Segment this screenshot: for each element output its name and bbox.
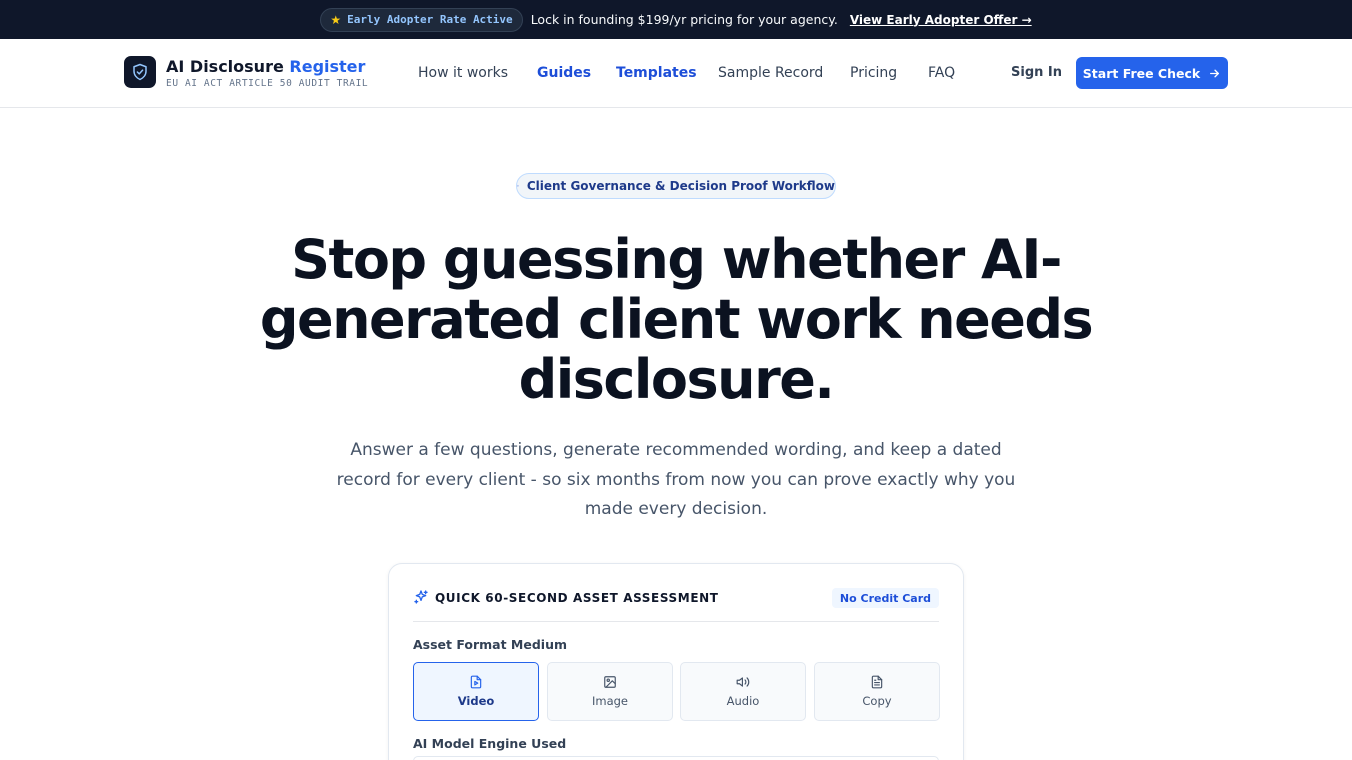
- speaker-icon: [736, 677, 750, 687]
- format-option-label: Copy: [862, 694, 892, 708]
- workflow-pill-label: Client Governance & Decision Proof Workf…: [526, 179, 835, 193]
- nav-sample-record[interactable]: Sample Record: [718, 65, 823, 81]
- hero-subtitle: Answer a few questions, generate recomme…: [336, 440, 1016, 519]
- site-header: AI Disclosure Register EU AI ACT ARTICLE…: [0, 39, 1352, 108]
- start-free-check-button[interactable]: Start Free Check: [1076, 57, 1228, 89]
- early-adopter-badge: ★ Early Adopter Rate Active: [320, 7, 523, 32]
- shield-logo-icon[interactable]: [124, 56, 156, 88]
- video-file-icon: [470, 675, 482, 689]
- no-credit-card-badge: No Credit Card: [831, 588, 939, 608]
- nav-templates[interactable]: Templates: [616, 65, 697, 81]
- brand-name-primary: AI Disclosure: [166, 57, 284, 76]
- start-free-check-label: Start Free Check: [1082, 65, 1201, 81]
- document-icon: [871, 675, 883, 689]
- format-option-copy[interactable]: Copy: [814, 662, 940, 721]
- star-icon: ★: [330, 12, 342, 27]
- hero-title: Stop guessing whether AI-generated clien…: [259, 228, 1094, 411]
- promo-message: Lock in founding $199/yr pricing for you…: [530, 12, 838, 27]
- nav-pricing[interactable]: Pricing: [850, 65, 897, 81]
- format-option-label: Audio: [726, 694, 760, 708]
- assessment-card-header: QUICK 60-SECOND ASSET ASSESSMENT No Cred…: [413, 586, 939, 622]
- format-option-video[interactable]: Video: [413, 662, 539, 721]
- early-adopter-badge-label: Early Adopter Rate Active: [347, 13, 513, 26]
- format-option-image[interactable]: Image: [547, 662, 673, 721]
- brand-name-accent: Register: [289, 57, 366, 76]
- format-option-label: Video: [457, 694, 495, 708]
- nav-faq[interactable]: FAQ: [928, 65, 955, 81]
- arrow-right-icon: [1210, 69, 1220, 77]
- ai-engine-select[interactable]: [413, 756, 939, 760]
- format-option-label: Image: [591, 694, 629, 708]
- brand-tagline: EU AI ACT ARTICLE 50 AUDIT TRAIL: [166, 78, 369, 89]
- workflow-pill: Client Governance & Decision Proof Workf…: [516, 173, 836, 199]
- image-icon: [604, 676, 616, 688]
- assessment-card: QUICK 60-SECOND ASSET ASSESSMENT No Cred…: [388, 563, 964, 760]
- sign-in-link[interactable]: Sign In: [1011, 65, 1062, 80]
- assessment-title: QUICK 60-SECOND ASSET ASSESSMENT: [435, 591, 719, 605]
- nav-how-it-works[interactable]: How it works: [418, 65, 508, 81]
- shield-check-icon: [517, 185, 519, 187]
- brand-name[interactable]: AI Disclosure Register: [166, 57, 365, 76]
- ai-engine-label: AI Model Engine Used: [413, 736, 567, 751]
- announcement-bar: ★ Early Adopter Rate Active Lock in foun…: [0, 0, 1352, 39]
- format-option-audio[interactable]: Audio: [680, 662, 806, 721]
- early-adopter-offer-link[interactable]: View Early Adopter Offer →: [850, 13, 1032, 27]
- sparkles-icon: [414, 590, 428, 604]
- nav-guides[interactable]: Guides: [537, 65, 591, 81]
- asset-format-label: Asset Format Medium: [413, 637, 568, 652]
